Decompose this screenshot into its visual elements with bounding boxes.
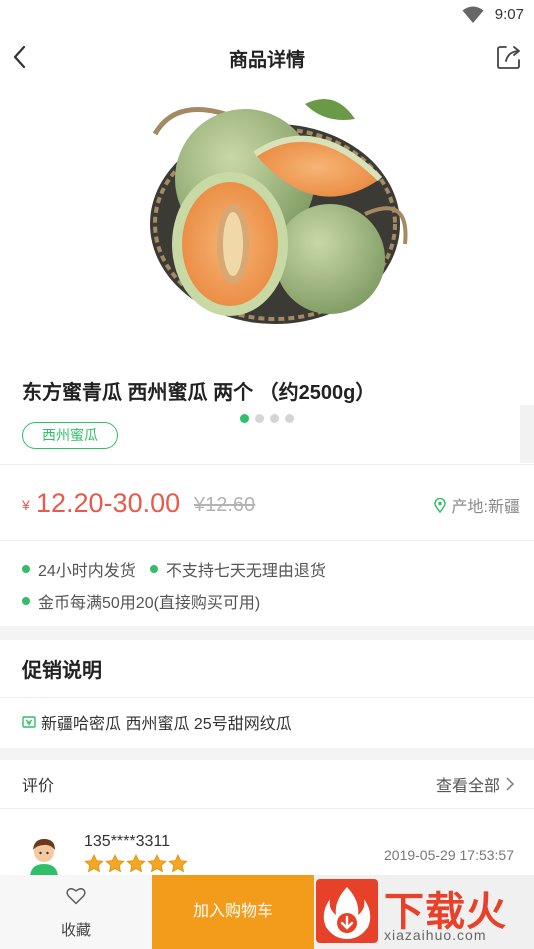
wifi-icon <box>462 6 484 29</box>
share-icon <box>497 46 520 69</box>
price-row: ¥ 12.20-30.00 ¥12.60 产地:新疆 <box>0 466 534 540</box>
location-pin-icon <box>433 497 446 513</box>
service-guarantees: 24小时内发货 不支持七天无理由退货 金币每满50用20(直接购买可用) <box>22 553 512 617</box>
status-bar: 9:07 <box>0 0 534 30</box>
section-gap <box>0 748 534 760</box>
coupon-icon <box>22 716 36 728</box>
divider <box>0 697 534 698</box>
origin-text: 产地:新疆 <box>451 499 520 516</box>
review-username: 135****3311 <box>84 833 171 850</box>
favorite-label: 收藏 <box>60 922 91 939</box>
product-image <box>150 99 408 324</box>
divider <box>0 540 534 541</box>
divider <box>0 808 534 809</box>
favorite-button[interactable]: 收藏 <box>0 875 152 949</box>
review-item: 135****3311 2019-05-29 17:53:57 <box>22 826 514 878</box>
product-title: 东方蜜青瓜 西州蜜瓜 两个 （约2500g） <box>22 382 376 404</box>
carousel-dot[interactable] <box>285 414 294 423</box>
price-currency: ¥ <box>22 497 30 513</box>
bottom-action-bar: 收藏 加入购物车 下载火 xiazaihuo.com <box>0 875 534 949</box>
watermark-overlay: 下载火 xiazaihuo.com <box>314 875 534 949</box>
view-all-reviews-link[interactable]: 查看全部 <box>436 772 514 796</box>
carousel-dot[interactable] <box>270 414 279 423</box>
watermark-subtitle: xiazaihuo.com <box>384 927 487 943</box>
carousel-dot[interactable] <box>255 414 264 423</box>
chevron-right-icon <box>506 777 514 791</box>
page-title: 商品详情 <box>228 50 305 71</box>
service-item: 不支持七天无理由退货 <box>149 557 326 581</box>
bullet-dot <box>22 565 30 573</box>
heart-icon <box>66 888 86 905</box>
review-date: 2019-05-29 17:53:57 <box>384 847 514 863</box>
price-range: 12.20-30.00 <box>36 488 181 518</box>
origin-label: 产地:新疆 <box>433 493 520 517</box>
add-to-cart-button[interactable]: 加入购物车 <box>152 875 314 949</box>
product-tag[interactable]: 西州蜜瓜 <box>22 422 118 449</box>
reviews-heading: 评价 <box>22 778 55 795</box>
original-price: ¥12.60 <box>194 494 256 516</box>
service-item: 24小时内发货 <box>22 557 136 581</box>
status-time: 9:07 <box>494 6 524 23</box>
bullet-dot <box>22 597 30 605</box>
header-bar: 商品详情 <box>0 30 534 84</box>
scroll-indicator <box>520 405 534 463</box>
section-gap <box>0 626 534 640</box>
avatar <box>23 835 65 878</box>
share-button[interactable] <box>494 42 524 72</box>
bullet-dot <box>149 565 158 573</box>
carousel-dot-active[interactable] <box>240 414 249 423</box>
product-image-carousel[interactable] <box>0 84 534 423</box>
divider <box>0 464 534 465</box>
service-item: 金币每满50用20(直接购买可用) <box>22 589 260 613</box>
promotion-item[interactable]: 新疆哈密瓜 西州蜜瓜 25号甜网纹瓜 <box>22 710 292 734</box>
watermark-logo <box>316 879 378 943</box>
promotion-heading: 促销说明 <box>22 660 102 682</box>
